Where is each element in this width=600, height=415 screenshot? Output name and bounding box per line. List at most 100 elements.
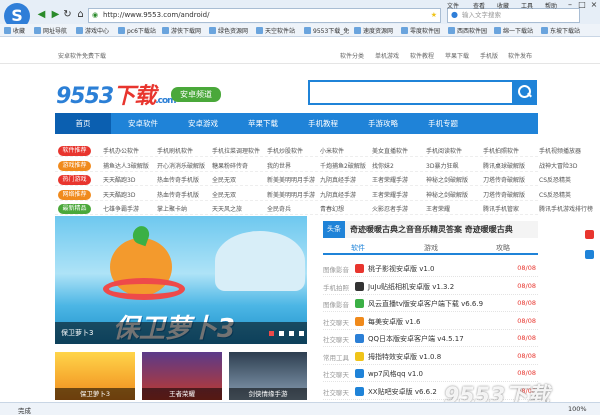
category-link[interactable]: 九阴真经手游 bbox=[320, 190, 356, 199]
tab-guides[interactable]: 攻略 bbox=[473, 243, 533, 253]
app-name[interactable]: XX贴吧安卓版 v6.6.2 bbox=[368, 387, 437, 397]
category-link[interactable]: 糖果粉碎传奇 bbox=[212, 161, 248, 170]
search-icon[interactable] bbox=[512, 80, 537, 105]
category-link[interactable]: 九阴真经手游 bbox=[320, 175, 356, 184]
category-link[interactable]: 青春幻想 bbox=[320, 204, 344, 213]
category-tag[interactable]: 网络推荐 bbox=[58, 189, 91, 200]
category-link[interactable]: 腾讯手机游戏排行榜 bbox=[539, 204, 593, 213]
category-link[interactable]: 刀塔传奇破解版 bbox=[483, 175, 525, 184]
app-list-item[interactable]: 图像影音 桃子影视安卓版 v1.0 08/08 bbox=[323, 260, 538, 277]
category-link[interactable]: 热血传奇手机版 bbox=[157, 190, 199, 199]
category-tag[interactable]: 热门游戏 bbox=[58, 175, 91, 185]
banner-caption[interactable]: 保卫萝卜3 bbox=[55, 322, 307, 344]
app-name[interactable]: 桃子影视安卓版 v1.0 bbox=[368, 264, 435, 274]
category-link[interactable]: 开心消消乐破解版 bbox=[157, 161, 205, 170]
headline-text[interactable]: 奇迹暖暖古典之音音乐精灵答案 奇迹暖暖古典 bbox=[350, 224, 513, 235]
bookmark-item[interactable]: 游侠下载网 bbox=[162, 26, 201, 35]
app-list-item[interactable]: 社交聊天 QQ日本版安卓客户端 v4.5.17 08/08 bbox=[323, 330, 538, 347]
star-icon[interactable]: ★ bbox=[431, 9, 437, 22]
side-feedback-icon[interactable] bbox=[585, 250, 594, 259]
nav-home[interactable]: 首页 bbox=[55, 113, 111, 134]
app-name[interactable]: QQ日本版安卓客户端 v4.5.17 bbox=[368, 334, 464, 344]
refresh-icon[interactable]: ↻ bbox=[62, 9, 73, 20]
category-link[interactable]: 神秘之剑破解版 bbox=[426, 175, 468, 184]
nav-game-guides[interactable]: 手游攻略 bbox=[355, 113, 411, 134]
category-link[interactable]: 新美美明明月手游 bbox=[267, 190, 315, 199]
category-tag[interactable]: 最新精品 bbox=[58, 204, 91, 214]
app-list-item[interactable]: 社交聊天 每美安卓版 v1.6 08/08 bbox=[323, 313, 538, 330]
category-link[interactable]: CS反恐精英 bbox=[539, 190, 571, 199]
bookmark-item[interactable]: 天空软件站 bbox=[256, 26, 295, 35]
app-list-item[interactable]: 手机拍照 JuJu贴纸相机安卓版 v1.3.2 08/08 bbox=[323, 278, 538, 295]
category-link[interactable]: 手机拍照软件 bbox=[483, 146, 519, 155]
bookmark-item[interactable]: 绵一下载站 bbox=[494, 26, 533, 35]
bookmark-item[interactable]: 网址导航 bbox=[34, 26, 67, 35]
android-channel-badge[interactable]: 安卓频道 bbox=[171, 87, 221, 102]
menu-tools[interactable]: 工具 bbox=[521, 1, 533, 10]
category-link[interactable]: 全民无双 bbox=[212, 175, 236, 184]
address-bar[interactable]: ◉ http://www.9553.com/android/ ★ bbox=[88, 8, 441, 23]
top-link[interactable]: 单机游戏 bbox=[375, 51, 399, 60]
app-name[interactable]: 每美安卓版 v1.6 bbox=[368, 317, 421, 327]
category-link[interactable]: 掌上聚卡纳 bbox=[157, 204, 187, 213]
app-name[interactable]: 风云直播tv版安卓客户端下载 v6.6.9 bbox=[368, 299, 483, 309]
category-link[interactable]: 腾讯桌球破解版 bbox=[483, 161, 525, 170]
menu-view[interactable]: 查看 bbox=[473, 1, 485, 10]
bookmark-item[interactable]: 游戏中心 bbox=[76, 26, 109, 35]
nav-tutorials[interactable]: 手机教程 bbox=[295, 113, 351, 134]
bookmark-item[interactable]: 绿色资源网 bbox=[209, 26, 248, 35]
category-link[interactable]: 手机刷机软件 bbox=[157, 146, 193, 155]
category-link[interactable]: 手机拉菜调理软件 bbox=[212, 146, 260, 155]
app-name[interactable]: JuJu贴纸相机安卓版 v1.3.2 bbox=[368, 282, 454, 292]
category-link[interactable]: 全民无双 bbox=[212, 190, 236, 199]
home-icon[interactable]: ⌂ bbox=[75, 9, 86, 20]
category-link[interactable]: 腾讯手机管家 bbox=[483, 204, 519, 213]
category-link[interactable]: 找你妹2 bbox=[372, 161, 394, 170]
category-link[interactable]: 王者荣耀手游 bbox=[372, 190, 408, 199]
close-icon[interactable]: × bbox=[588, 0, 600, 10]
category-link[interactable]: 战神大冒险3D bbox=[539, 161, 577, 170]
side-share-icon[interactable] bbox=[585, 230, 594, 239]
tab-games[interactable]: 游戏 bbox=[401, 243, 461, 253]
bookmark-item[interactable]: 速度资源网 bbox=[354, 26, 393, 35]
category-link[interactable]: 天天风之旅 bbox=[212, 204, 242, 213]
thumb-card[interactable]: 剑侠情缘手游 bbox=[229, 352, 307, 400]
category-link[interactable]: 王者荣耀 bbox=[426, 204, 450, 213]
menu-file[interactable]: 文件 bbox=[447, 1, 459, 10]
top-link[interactable]: 软件分类 bbox=[340, 51, 364, 60]
category-link[interactable]: 神秘之剑破解版 bbox=[426, 190, 468, 199]
bookmark-item[interactable]: 零度软件园 bbox=[401, 26, 440, 35]
category-link[interactable]: 小米软件 bbox=[320, 146, 344, 155]
category-link[interactable]: CS反恐精英 bbox=[539, 175, 571, 184]
app-name[interactable]: 拇指特效安卓版 v1.0.8 bbox=[368, 352, 441, 362]
nav-android-games[interactable]: 安卓游戏 bbox=[175, 113, 231, 134]
back-icon[interactable]: ◀ bbox=[36, 9, 47, 20]
top-link[interactable]: 软件发布 bbox=[508, 51, 532, 60]
slide-dot[interactable] bbox=[289, 331, 294, 336]
slide-dot[interactable] bbox=[279, 331, 284, 336]
minimize-icon[interactable]: – bbox=[564, 0, 576, 10]
category-tag[interactable]: 软件推荐 bbox=[58, 146, 91, 156]
category-link[interactable]: 七雄争霸手游 bbox=[103, 204, 139, 213]
zoom-level[interactable]: 100% bbox=[568, 405, 587, 413]
slide-dot[interactable] bbox=[269, 331, 274, 336]
headline-bar[interactable]: 头条 奇迹暖暖古典之音音乐精灵答案 奇迹暖暖古典 bbox=[323, 221, 538, 238]
category-link[interactable]: 我的世界 bbox=[267, 161, 291, 170]
app-list-item[interactable]: 图像影音 风云直播tv版安卓客户端下载 v6.6.9 08/08 bbox=[323, 295, 538, 312]
app-list-item[interactable]: 常用工具 拇指特效安卓版 v1.0.8 08/08 bbox=[323, 348, 538, 365]
slide-dot[interactable] bbox=[299, 331, 304, 336]
forward-icon[interactable]: ▶ bbox=[50, 9, 61, 20]
category-link[interactable]: 手机阅读软件 bbox=[426, 146, 462, 155]
category-link[interactable]: 火影忍者手游 bbox=[372, 204, 408, 213]
category-link[interactable]: 刀塔传奇破解版 bbox=[483, 190, 525, 199]
search-engine-icon[interactable]: ● bbox=[451, 10, 458, 19]
top-link[interactable]: 苹果下载 bbox=[445, 51, 469, 60]
category-link[interactable]: 捕鱼达人3破解版 bbox=[103, 161, 149, 170]
bookmark-item[interactable]: 东坡下载站 bbox=[541, 26, 580, 35]
nav-apple-download[interactable]: 苹果下载 bbox=[235, 113, 291, 134]
category-link[interactable]: 美女直播软件 bbox=[372, 146, 408, 155]
category-link[interactable]: 3D暴力狂飙 bbox=[426, 161, 458, 170]
app-name[interactable]: wp7风格qq v1.0 bbox=[368, 369, 423, 379]
bookmark-item[interactable]: 西西软件园 bbox=[448, 26, 487, 35]
category-link[interactable]: 新美美明明月手游 bbox=[267, 175, 315, 184]
